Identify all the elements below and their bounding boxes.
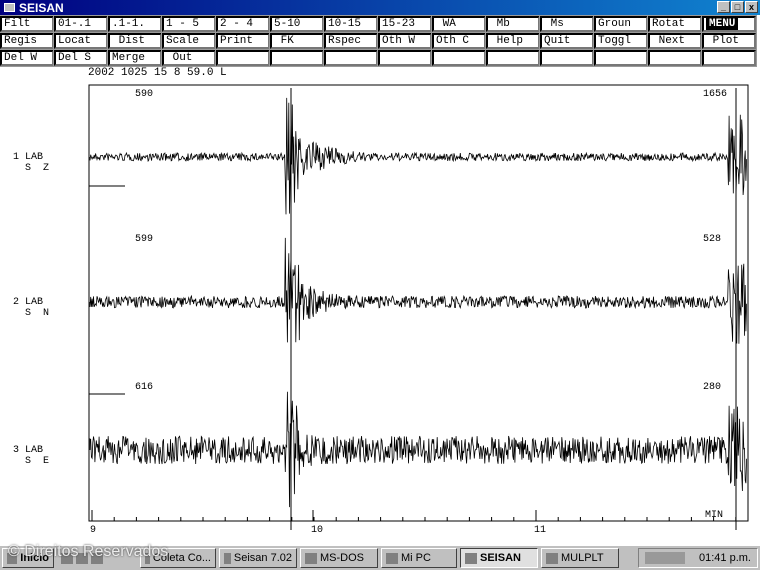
taskbar-item-label: Seisan 7.02 [233, 552, 292, 564]
taskbar-item-mi-pc[interactable]: Mi PC [381, 548, 457, 568]
trace-2-label: 2 LAB S N [13, 297, 50, 319]
program-icon [305, 552, 317, 564]
taskbar-item-mulplt[interactable]: MULPLT [541, 548, 619, 568]
program-icon [386, 552, 398, 564]
x-unit-label: MIN [705, 510, 724, 521]
trace-3-amp-right: 280 [703, 382, 722, 393]
trace-3-amp-left: 616 [135, 382, 154, 393]
taskbar-item-label: Mi PC [401, 552, 431, 564]
trace-2-amp-left: 599 [135, 234, 154, 245]
taskbar-item-ms-dos[interactable]: MS-DOS [300, 548, 378, 568]
trace-1-label: 1 LAB S Z [13, 152, 50, 174]
trace-2-amp-right: 528 [703, 234, 722, 245]
tray-icons[interactable] [645, 552, 686, 564]
program-icon [224, 552, 231, 564]
system-tray: 01:41 p.m. [638, 548, 758, 568]
clock: 01:41 p.m. [699, 552, 751, 564]
taskbar-item-label: MULPLT [561, 552, 604, 564]
program-icon [465, 552, 477, 564]
x-tick-label: 9 [90, 525, 97, 536]
taskbar-item-label: MS-DOS [320, 552, 364, 564]
trace-3 [89, 391, 747, 508]
trace-1-amp-left: 590 [135, 89, 154, 100]
taskbar-item-seisan[interactable]: SEISAN [460, 548, 538, 568]
taskbar-item-label: SEISAN [480, 552, 521, 564]
seismogram-plot[interactable] [0, 0, 760, 545]
trace-1-amp-right: 1656 [703, 89, 728, 100]
taskbar-item-seisan-7-02[interactable]: Seisan 7.02 [219, 548, 297, 568]
program-icon [546, 552, 558, 564]
x-tick-label: 11 [534, 525, 547, 536]
trace-2 [89, 237, 747, 344]
watermark: © Direitos Reservados [8, 543, 169, 560]
x-tick-label: 10 [311, 525, 324, 536]
trace-1 [89, 97, 747, 215]
trace-3-label: 3 LAB S E [13, 445, 50, 467]
